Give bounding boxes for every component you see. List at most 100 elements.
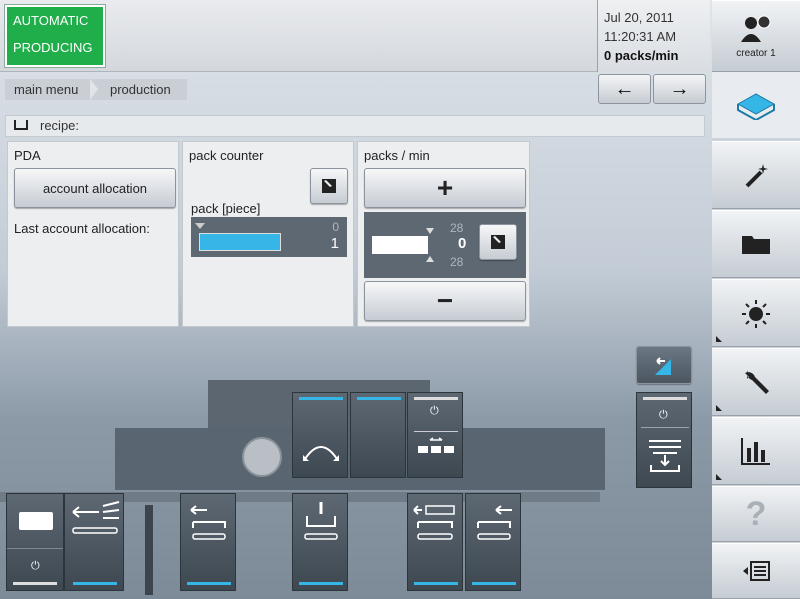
submenu-indicator-icon xyxy=(716,474,722,480)
wrench-icon xyxy=(745,370,769,394)
reset-icon xyxy=(655,357,671,375)
power-icon: ⏻ xyxy=(31,560,40,572)
brightness-icon xyxy=(742,300,770,328)
divider xyxy=(641,427,689,428)
account-allocation-button[interactable]: account allocation xyxy=(14,168,176,208)
station-indicator xyxy=(414,582,458,585)
user-button[interactable]: creator 1 xyxy=(712,0,800,72)
rate-value: 0 xyxy=(458,235,467,252)
pack-counter-panel: pack counter pack [piece] 0 1 xyxy=(182,141,354,327)
packs-min-panel: packs / min + 28 0 28 − xyxy=(357,141,530,327)
conveyor-left-icon xyxy=(477,505,512,540)
station-outfeed[interactable]: ⏻ xyxy=(6,493,64,591)
folder-icon xyxy=(742,236,770,254)
breadcrumb-production[interactable]: production xyxy=(110,79,171,100)
pack-counter-title: pack counter xyxy=(189,148,264,163)
pda-title: PDA xyxy=(14,148,41,163)
conveyor-left-icon xyxy=(190,505,226,540)
station-tray-feed[interactable]: ⏻ xyxy=(636,392,692,488)
breadcrumb-main-menu[interactable]: main menu xyxy=(14,79,78,100)
recipe-bar: recipe: xyxy=(5,115,705,137)
station-sealer[interactable] xyxy=(350,392,406,478)
arrow-left-icon: ← xyxy=(614,77,635,100)
counter-value: 1 xyxy=(330,235,339,252)
increase-rate-button[interactable]: + xyxy=(364,168,526,208)
breadcrumb-separator xyxy=(90,79,98,100)
last-allocation-label: Last account allocation: xyxy=(14,221,150,236)
station-heat-seal[interactable] xyxy=(292,493,348,591)
machine-leg xyxy=(145,505,153,595)
pda-panel: PDA account allocation Last account allo… xyxy=(7,141,179,327)
film-wrap-icon xyxy=(303,446,339,461)
forward-button[interactable]: → xyxy=(653,74,706,104)
station-indicator-off xyxy=(13,582,57,585)
tray-icon xyxy=(14,120,28,130)
divider xyxy=(7,548,63,549)
list-icon xyxy=(743,561,770,581)
heat-seal-icon xyxy=(304,502,338,540)
submenu-indicator-icon xyxy=(716,336,722,342)
rate-upper: 28 xyxy=(450,221,464,235)
rate-display: 28 0 28 xyxy=(364,212,526,278)
status-mode: AUTOMATIC xyxy=(13,13,89,28)
power-icon: ⏻ xyxy=(430,405,439,417)
station-film-feed[interactable] xyxy=(292,392,348,478)
station-indicator xyxy=(299,397,343,400)
user-name: creator 1 xyxy=(736,47,776,59)
status-state: PRODUCING xyxy=(13,40,93,55)
station-cutter[interactable]: ⏻ xyxy=(407,392,463,478)
edit-note-icon xyxy=(491,235,505,249)
production-nav-active[interactable] xyxy=(712,72,800,138)
submenu-indicator-icon xyxy=(716,405,722,411)
station-indicator xyxy=(299,582,343,585)
station-indicator xyxy=(472,582,516,585)
swap-direction-icon xyxy=(19,512,53,530)
rate-bar xyxy=(372,236,428,254)
rate-lower: 28 xyxy=(450,255,464,269)
arrow-right-icon: → xyxy=(669,77,690,100)
time-text: 11:20:31 AM xyxy=(604,29,677,44)
tray-stack-icon xyxy=(649,440,681,472)
edit-rate-button[interactable] xyxy=(479,224,517,260)
power-icon: ⏻ xyxy=(659,409,668,421)
counter-progress-bar xyxy=(200,234,280,250)
station-indicator-off xyxy=(643,397,687,400)
bar-chart-icon xyxy=(741,438,770,465)
rate-marker-top-icon xyxy=(426,228,434,234)
counter-marker-icon xyxy=(195,223,205,229)
edit-counter-button[interactable] xyxy=(310,168,348,204)
edit-note-icon xyxy=(322,179,336,193)
grouping-icon xyxy=(413,505,455,540)
magic-wand-icon xyxy=(745,164,768,188)
decrease-rate-button[interactable]: − xyxy=(364,281,526,321)
station-infeed-merge[interactable] xyxy=(64,493,124,591)
help-button[interactable]: ? xyxy=(712,486,800,542)
station-conveyor-2[interactable] xyxy=(465,493,521,591)
pack-counter-display: 0 1 xyxy=(191,217,347,257)
rate-text: 0 packs/min xyxy=(604,48,679,63)
help-icon: ? xyxy=(745,494,767,533)
service-button[interactable] xyxy=(712,348,800,416)
date-time-panel: Jul 20, 2011 11:20:31 AM 0 packs/min xyxy=(597,0,710,72)
reset-view-button[interactable] xyxy=(636,346,692,384)
station-indicator xyxy=(187,582,231,585)
display-settings-button[interactable] xyxy=(712,279,800,347)
wizard-button[interactable] xyxy=(712,141,800,209)
pack-field-label: pack [piece] xyxy=(191,201,261,216)
merge-arrows-icon xyxy=(72,501,120,534)
packs-row-icon xyxy=(418,437,454,453)
packs-min-title: packs / min xyxy=(364,148,430,163)
station-grouping[interactable] xyxy=(407,493,463,591)
rate-marker-bottom-icon xyxy=(426,256,434,262)
counter-max: 0 xyxy=(332,220,339,234)
files-button[interactable] xyxy=(712,210,800,278)
menu-list-button[interactable] xyxy=(712,543,800,599)
station-indicator xyxy=(73,582,117,585)
back-button[interactable]: ← xyxy=(598,74,651,104)
station-conveyor-1[interactable] xyxy=(180,493,236,591)
machine-status-badge: AUTOMATIC PRODUCING xyxy=(4,4,106,68)
statistics-button[interactable] xyxy=(712,417,800,485)
station-indicator-off xyxy=(414,397,458,400)
date-text: Jul 20, 2011 xyxy=(604,10,674,25)
recipe-label: recipe: xyxy=(40,118,80,133)
